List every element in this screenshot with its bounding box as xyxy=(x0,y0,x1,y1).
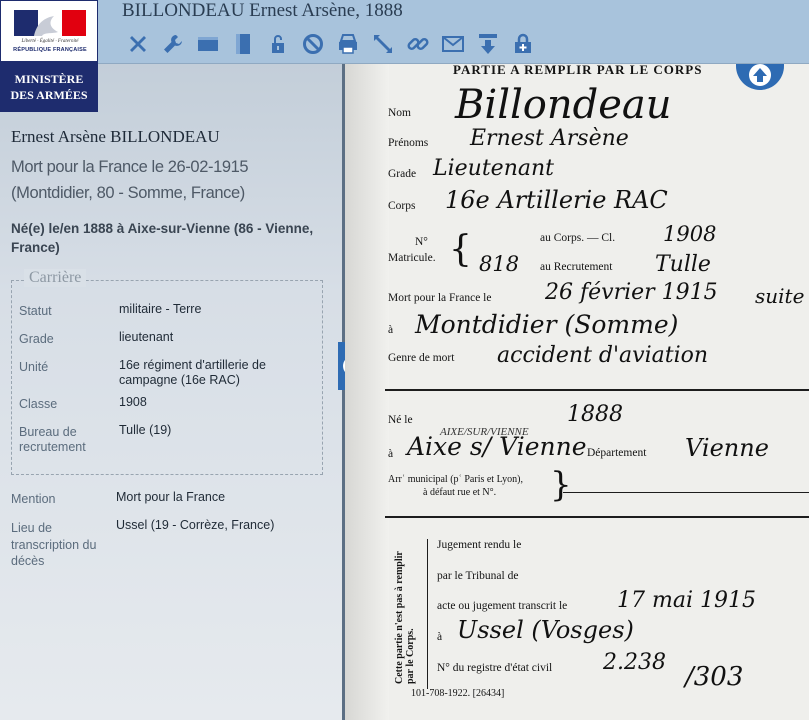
doc-genre-label: Genre de mort xyxy=(388,352,455,364)
doc-mort-extra: suite xyxy=(755,284,805,308)
career-legend: Carrière xyxy=(24,269,87,287)
add-lock-icon xyxy=(514,33,531,53)
career-fieldset: Carrière Statut militaire - Terre Grade … xyxy=(11,269,323,475)
career-value-unite: 16e régiment d'artillerie de campagne (1… xyxy=(119,358,266,387)
doc-ne-value: 1888 xyxy=(567,402,623,427)
link-icon xyxy=(406,37,429,51)
horizontal-layout-icon xyxy=(197,37,218,51)
doc-grade-value: Lieutenant xyxy=(433,156,554,181)
doc-registre-value2: /303 xyxy=(685,662,744,692)
career-value-grade: lieutenant xyxy=(119,330,174,344)
expand-icon xyxy=(373,35,392,53)
mail-button[interactable] xyxy=(435,30,470,58)
mention-value: Mort pour la France xyxy=(116,490,226,504)
doc-jugement-label: Jugement rendu le xyxy=(437,539,522,551)
doc-lieu-mort-value: Montdidier (Somme) xyxy=(415,310,679,339)
vertical-layout-icon xyxy=(235,34,250,54)
link-button[interactable] xyxy=(400,30,435,58)
career-label-statut: Statut xyxy=(19,304,52,318)
document-viewer[interactable]: PARTIE A REMPLIR PAR LE CORPS Nom Billon… xyxy=(345,64,809,720)
doc-side-note: Cette partie n'est pas à remplir par le … xyxy=(394,551,416,684)
mention-label: Mention xyxy=(11,492,56,506)
wrench-icon xyxy=(163,35,182,53)
doc-corps-value: 16e Artillerie RAC xyxy=(445,186,668,214)
career-label-classe: Classe xyxy=(19,397,58,411)
logo-motto: Liberté · Égalité · Fraternité xyxy=(21,39,79,44)
settings-button[interactable] xyxy=(155,30,190,58)
doc-lieu-ne-value: Aixe s/ Vienne xyxy=(407,432,587,461)
expand-button[interactable] xyxy=(365,30,400,58)
document-title: BILLONDEAU Ernest Arsène, 1888 xyxy=(122,0,403,21)
doc-tribunal-label: par le Tribunal de xyxy=(437,570,519,582)
arrow-up-icon xyxy=(749,64,771,86)
doc-au-corps-label: au Corps. — Cl. xyxy=(540,232,616,244)
death-info: Mort pour la France le 26-02-1915 (Montd… xyxy=(11,158,249,202)
career-label-bureau: Bureau de recrutement xyxy=(19,425,86,454)
career-value-classe: 1908 xyxy=(119,395,147,409)
doc-classe-value: 1908 xyxy=(663,222,717,246)
mail-icon xyxy=(441,36,464,52)
doc-mort-value: 26 février 1915 xyxy=(545,280,718,305)
download-icon xyxy=(478,34,497,54)
doc-arr-label1: Arrʿ municipal (pʿ Paris et Lyon), xyxy=(388,474,523,485)
doc-departement-value: Vienne xyxy=(685,434,769,462)
download-button[interactable] xyxy=(470,30,505,58)
doc-header: PARTIE A REMPLIR PAR LE CORPS xyxy=(453,64,703,77)
doc-au-recrutement-label: au Recrutement xyxy=(540,261,613,273)
doc-prenoms-value: Ernest Arsène xyxy=(470,126,629,151)
doc-a2-label: à xyxy=(388,448,394,460)
doc-a1-label: à xyxy=(388,324,394,336)
block-button[interactable] xyxy=(295,30,330,58)
lock-icon xyxy=(271,35,284,53)
doc-recrutement-value: Tulle xyxy=(655,252,711,277)
career-value-statut: militaire - Terre xyxy=(119,302,202,316)
lock-button[interactable] xyxy=(260,30,295,58)
print-icon xyxy=(338,34,357,54)
logo-ministry: MINISTÈRE DES ARMÉES xyxy=(10,72,88,102)
vertical-layout-button[interactable] xyxy=(225,30,260,58)
doc-arr-label2: à défaut rue et N°. xyxy=(423,487,497,498)
career-label-grade: Grade xyxy=(19,332,54,346)
birth-info: Né(e) le/en 1888 à Aixe-sur-Vienne (86 -… xyxy=(11,221,314,255)
toolbar xyxy=(120,30,540,58)
person-name: Ernest Arsène BILLONDEAU xyxy=(11,127,220,146)
doc-ne-label: Né le xyxy=(388,414,413,426)
doc-transcription-value: Ussel (Vosges) xyxy=(457,616,634,644)
doc-genre-value: accident d'aviation xyxy=(497,343,709,368)
transcription-value: Ussel (19 - Corrèze, France) xyxy=(116,518,275,532)
career-label-unite: Unité xyxy=(19,360,49,374)
close-button[interactable] xyxy=(120,30,155,58)
doc-mort-label: Mort pour la France le xyxy=(388,292,492,304)
doc-registre-label: N° du registre d'état civil xyxy=(437,662,553,674)
doc-no-label: N° xyxy=(415,236,428,248)
print-button[interactable] xyxy=(330,30,365,58)
logo-republic: RÉPUBLIQUE FRANÇAISE xyxy=(13,47,87,53)
doc-acte-value: 17 mai 1915 xyxy=(617,588,756,613)
doc-prenoms-label: Prénoms xyxy=(388,137,429,149)
ministry-logo[interactable]: Liberté · Égalité · Fraternité RÉPUBLIQU… xyxy=(0,0,98,112)
doc-matricule-label: Matricule. xyxy=(388,252,436,264)
doc-departement-label: Département xyxy=(587,447,647,459)
top-bar: BILLONDEAU Ernest Arsène, 1888 xyxy=(0,0,809,64)
doc-registre-value: 2.238 xyxy=(603,650,666,675)
block-icon xyxy=(302,34,323,54)
doc-a3-label: à xyxy=(437,631,443,643)
marianne-flag-icon xyxy=(14,10,86,36)
doc-corps-label: Corps xyxy=(388,200,416,212)
doc-grade-label: Grade xyxy=(388,168,417,180)
doc-nom-value: Billondeau xyxy=(455,82,672,128)
scroll-up-button[interactable] xyxy=(736,64,784,90)
doc-acte-label: acte ou jugement transcrit le xyxy=(437,600,568,612)
horizontal-layout-button[interactable] xyxy=(190,30,225,58)
left-panel: Ernest Arsène BILLONDEAU Mort pour la Fr… xyxy=(0,64,342,720)
doc-footer: 101-708-1922. [26434] xyxy=(411,688,505,699)
career-value-bureau: Tulle (19) xyxy=(119,423,172,437)
add-lock-button[interactable] xyxy=(505,30,540,58)
close-icon xyxy=(129,36,146,52)
doc-nom-label: Nom xyxy=(388,107,411,119)
doc-recrutement-no: 818 xyxy=(479,252,520,276)
transcription-label: Lieu de transcription du décès xyxy=(11,521,97,568)
